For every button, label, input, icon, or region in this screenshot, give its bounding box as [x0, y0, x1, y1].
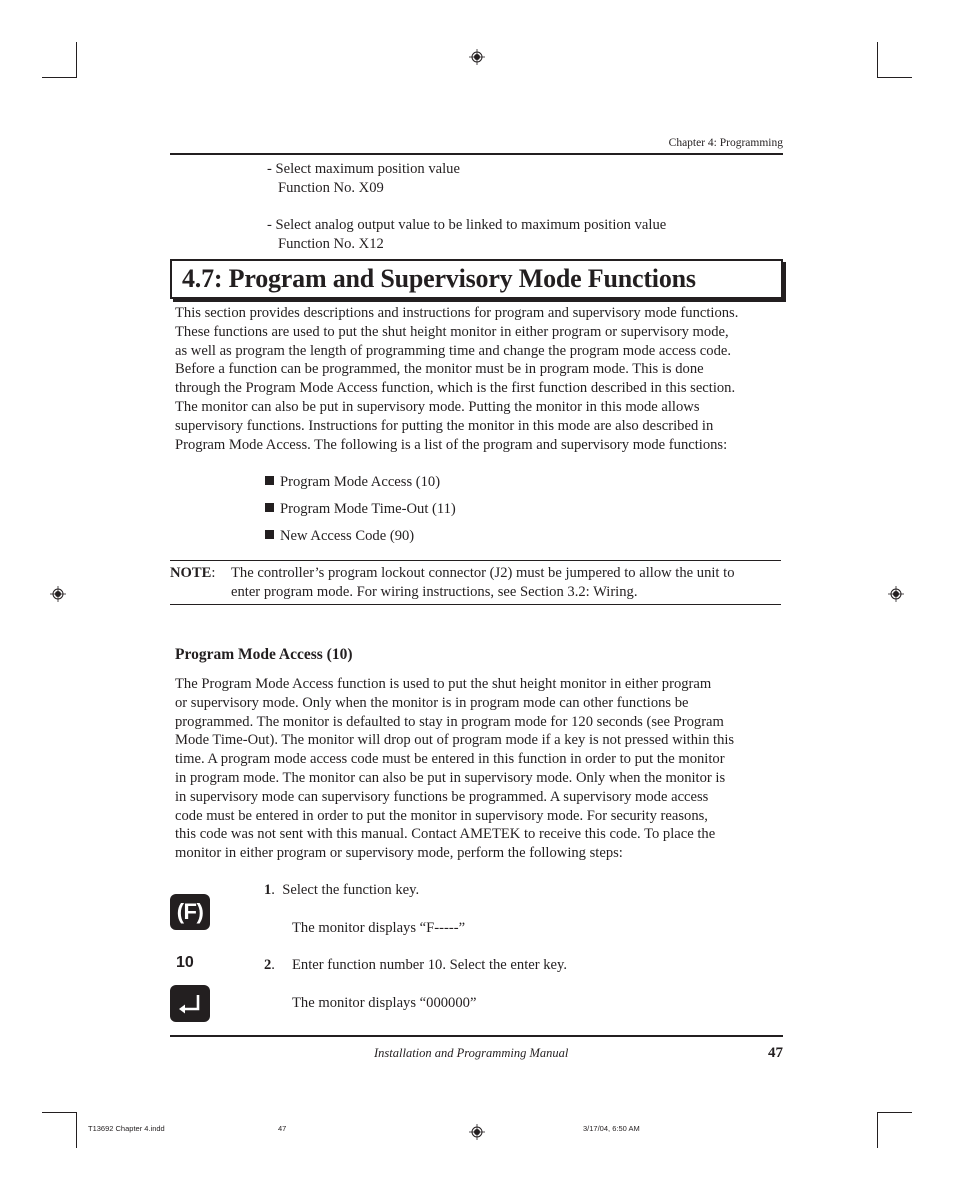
paragraph-line: this code was not sent with this manual.…: [175, 826, 716, 843]
paragraph-line: code must be entered in order to put the…: [175, 807, 708, 824]
paragraph-line: This section provides descriptions and i…: [175, 305, 739, 321]
section-paragraph: This section provides descriptions and i…: [175, 304, 738, 454]
section-heading-box: 4.7: Program and Supervisory Mode Functi…: [170, 259, 783, 299]
paragraph-line: Mode Time-Out). The monitor will drop ou…: [175, 732, 735, 749]
note-line: enter program mode. For wiring instructi…: [231, 583, 638, 600]
crop-mark-top-right-v: [877, 42, 878, 78]
crop-mark-top-left-v: [76, 42, 77, 78]
note-label: NOTE: [170, 565, 212, 581]
paragraph-line: Program Mode Access. The following is a …: [175, 436, 728, 453]
step-1: 1. Select the function key.: [264, 882, 420, 898]
step-2-result: The monitor displays “000000”: [292, 995, 477, 1011]
square-bullet-icon: [265, 503, 274, 512]
step-1-result: The monitor displays “F-----”: [292, 920, 466, 936]
slug-timestamp: 3/17/04, 6:50 AM: [583, 1124, 640, 1133]
crop-mark-top-left-h: [42, 77, 77, 78]
registration-mark-icon: [50, 586, 66, 602]
footer-rule: [170, 1035, 783, 1037]
paragraph-line: or supervisory mode. Only when the monit…: [175, 694, 689, 711]
paragraph-line: The Program Mode Access function is used…: [175, 676, 712, 692]
subsection-title: Program Mode Access (10): [175, 646, 353, 663]
enter-arrow-icon: [179, 995, 200, 1014]
registration-mark-icon: [469, 49, 485, 65]
note-colon: :: [211, 565, 216, 581]
page-number: 47: [768, 1045, 783, 1061]
step-text: Select the function key.: [282, 882, 420, 898]
paragraph-line: in supervisory mode can supervisory func…: [175, 788, 709, 805]
crop-mark-top-right-h: [877, 77, 912, 78]
function-list-item: Program Mode Time-Out (11): [265, 500, 456, 527]
paragraph-line: These functions are used to put the shut…: [175, 323, 729, 340]
slug-file-name: T13692 Chapter 4.indd: [88, 1124, 165, 1133]
paragraph-line: Before a function can be programmed, the…: [175, 361, 704, 378]
square-bullet-icon: [265, 530, 274, 539]
paragraph-line: in program mode. The monitor can also be…: [175, 769, 726, 786]
step-2: 2. Enter function number 10. Select the e…: [264, 957, 568, 973]
header-rule: [170, 153, 783, 155]
note-block: NOTE: The controller’s program lockout c…: [170, 564, 781, 600]
paragraph-line: supervisory functions. Instructions for …: [175, 417, 714, 434]
function-list-item: New Access Code (90): [265, 527, 456, 554]
intro-item: - Select maximum position value Function…: [267, 160, 460, 198]
note-line: The controller’s program lockout connect…: [231, 565, 735, 581]
intro-item: - Select analog output value to be linke…: [267, 216, 666, 254]
function-key-icon: (F): [170, 894, 210, 930]
crop-mark-bottom-left-h: [42, 1112, 77, 1113]
note-text: The controller’s program lockout connect…: [231, 564, 735, 602]
number-entry: 10: [176, 954, 194, 971]
crop-mark-bottom-right-h: [877, 1112, 912, 1113]
function-list: Program Mode Access (10) Program Mode Ti…: [265, 473, 456, 554]
registration-mark-icon: [888, 586, 904, 602]
slug-page: 47: [278, 1124, 287, 1133]
crop-mark-bottom-right-v: [877, 1112, 878, 1148]
note-rule-top: [170, 560, 781, 561]
paragraph-line: as well as program the length of program…: [175, 342, 731, 359]
paragraph-line: programmed. The monitor is defaulted to …: [175, 713, 724, 730]
running-head: Chapter 4: Programming: [668, 137, 783, 149]
paragraph-line: through the Program Mode Access function…: [175, 380, 736, 397]
intro-item-text: - Select analog output value to be linke…: [267, 217, 667, 233]
footer-manual-title: Installation and Programming Manual: [374, 1046, 569, 1060]
step-text: Enter function number 10. Select the ent…: [292, 957, 568, 973]
crop-mark-bottom-left-v: [76, 1112, 77, 1148]
paragraph-line: time. A program mode access code must be…: [175, 751, 725, 768]
enter-key-icon: [170, 985, 210, 1022]
section-title: 4.7: Program and Supervisory Mode Functi…: [182, 264, 696, 293]
paragraph-line: monitor in either program or supervisory…: [175, 845, 623, 862]
intro-item-function: Function No. X12: [278, 235, 384, 252]
paragraph-line: The monitor can also be put in superviso…: [175, 398, 700, 415]
square-bullet-icon: [265, 476, 274, 485]
intro-item-text: - Select maximum position value: [267, 161, 460, 177]
registration-mark-icon: [469, 1124, 485, 1140]
function-list-item: Program Mode Access (10): [265, 473, 456, 500]
intro-item-function: Function No. X09: [278, 179, 384, 196]
note-rule-bottom: [170, 604, 781, 605]
subsection-paragraph: The Program Mode Access function is used…: [175, 675, 734, 863]
